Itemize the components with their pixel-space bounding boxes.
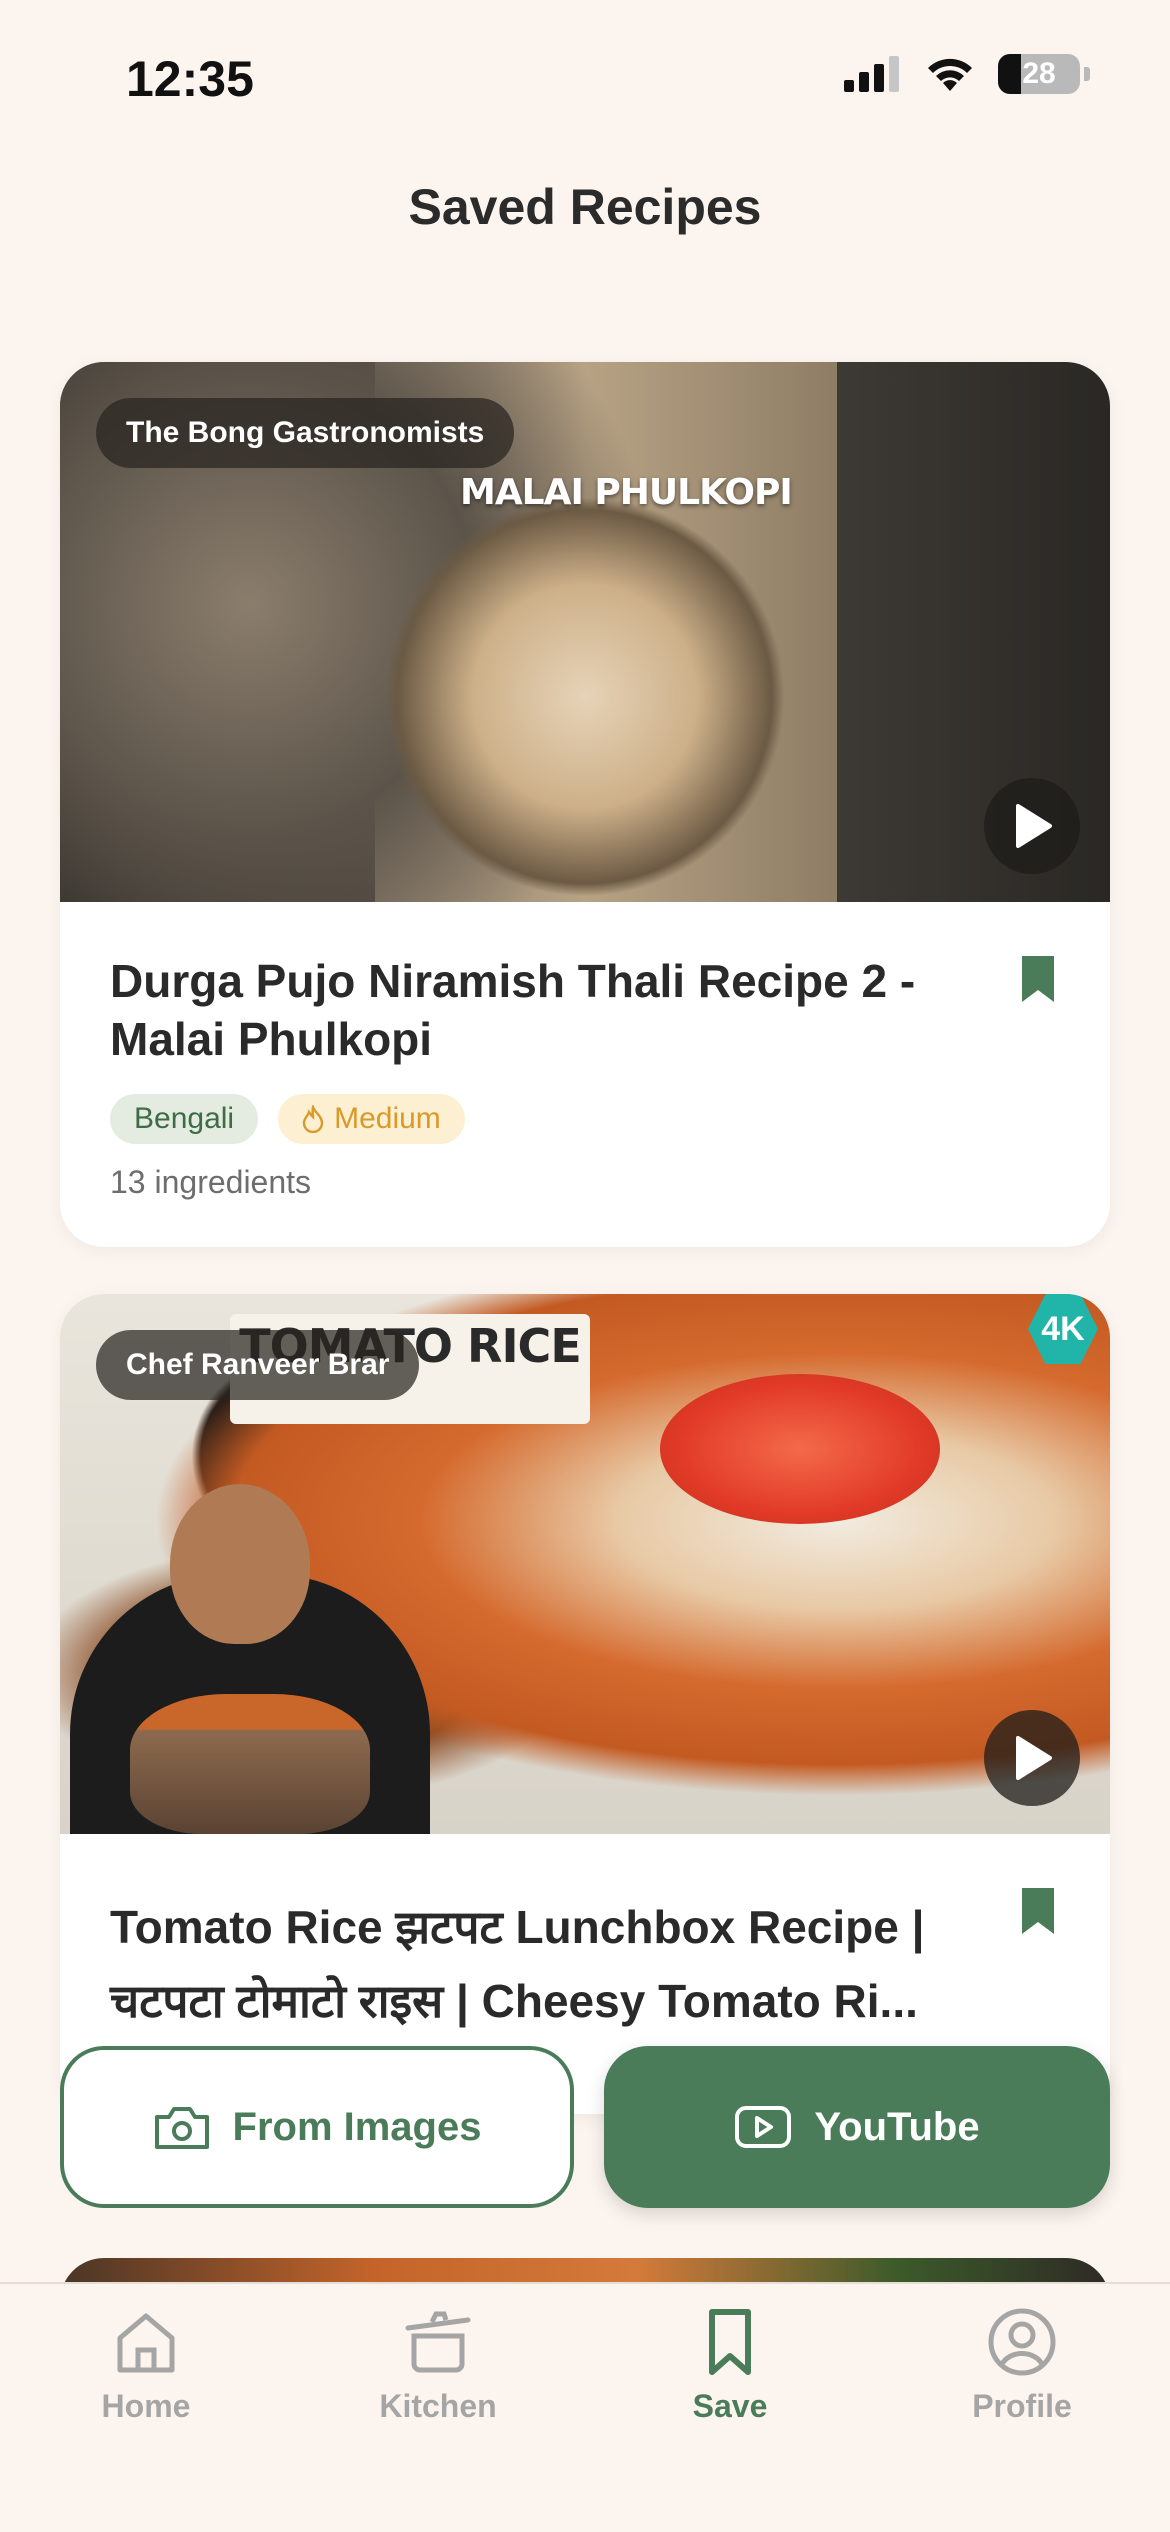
bookmark-icon[interactable] xyxy=(1018,1886,1058,1936)
youtube-label: YouTube xyxy=(814,2104,980,2149)
camera-icon xyxy=(154,2107,209,2149)
status-time: 12:35 xyxy=(126,51,254,107)
play-button[interactable] xyxy=(984,778,1080,874)
thumbnail-caption: MALAI PHULKOPI xyxy=(460,472,793,513)
tab-label: Save xyxy=(692,2388,768,2424)
tab-home[interactable]: Home xyxy=(46,2306,246,2425)
recipe-thumbnail[interactable]: TOMATO RICE 4K Chef Ranveer Brar xyxy=(60,1294,1110,1834)
profile-icon xyxy=(988,2308,1056,2376)
from-images-label: From Images xyxy=(232,2104,482,2149)
flame-icon xyxy=(302,1105,324,1133)
status-icons: 28 xyxy=(844,54,1090,94)
tab-bar: Home Kitchen Save Profile xyxy=(0,2282,1170,2532)
source-badge: The Bong Gastronomists xyxy=(96,398,515,468)
youtube-button[interactable]: YouTube xyxy=(604,2046,1110,2208)
recipe-card[interactable]: TOMATO RICE 4K Chef Ranveer Brar Tomato … xyxy=(60,1294,1110,2114)
play-icon xyxy=(1016,1736,1052,1780)
tab-label: Kitchen xyxy=(379,2388,497,2424)
tab-kitchen[interactable]: Kitchen xyxy=(338,2306,538,2425)
bookmark-icon[interactable] xyxy=(1018,954,1058,1004)
tab-label: Profile xyxy=(972,2388,1072,2424)
tab-profile[interactable]: Profile xyxy=(922,2306,1122,2425)
home-icon xyxy=(117,2313,175,2373)
tab-save[interactable]: Save xyxy=(630,2306,830,2425)
cellular-signal-icon xyxy=(844,56,899,92)
recipe-thumbnail[interactable]: MALAI PHULKOPI The Bong Gastronomists xyxy=(60,362,1110,902)
play-button[interactable] xyxy=(984,1710,1080,1806)
wifi-icon xyxy=(928,58,972,91)
source-badge: Chef Ranveer Brar xyxy=(96,1330,420,1400)
from-images-button[interactable]: From Images xyxy=(60,2046,574,2208)
recipe-title: Durga Pujo Niramish Thali Recipe 2 - Mal… xyxy=(110,955,916,1065)
recipe-card[interactable]: MALAI PHULKOPI The Bong Gastronomists Du… xyxy=(60,362,1110,1247)
difficulty-tag: Medium xyxy=(278,1094,465,1144)
status-bar: 12:35 28 xyxy=(0,0,1170,150)
bookmark-icon xyxy=(709,2309,751,2375)
youtube-icon xyxy=(735,2106,792,2148)
tab-label: Home xyxy=(101,2388,191,2424)
recipe-title: Tomato Rice झटपट Lunchbox Recipe | चटपटा… xyxy=(110,1901,925,2027)
pot-icon xyxy=(405,2311,471,2373)
recipe-tags: Bengali Medium xyxy=(110,1094,1060,1144)
recipe-card-body: Durga Pujo Niramish Thali Recipe 2 - Mal… xyxy=(60,902,1110,1247)
battery-level: 28 xyxy=(1022,57,1056,90)
play-icon xyxy=(1016,804,1052,848)
quality-badge: 4K xyxy=(1028,1294,1098,1364)
cuisine-tag: Bengali xyxy=(110,1094,259,1144)
battery-icon: 28 xyxy=(998,54,1080,94)
ingredient-count: 13 ingredients xyxy=(110,1164,312,1200)
page-title: Saved Recipes xyxy=(408,179,762,235)
